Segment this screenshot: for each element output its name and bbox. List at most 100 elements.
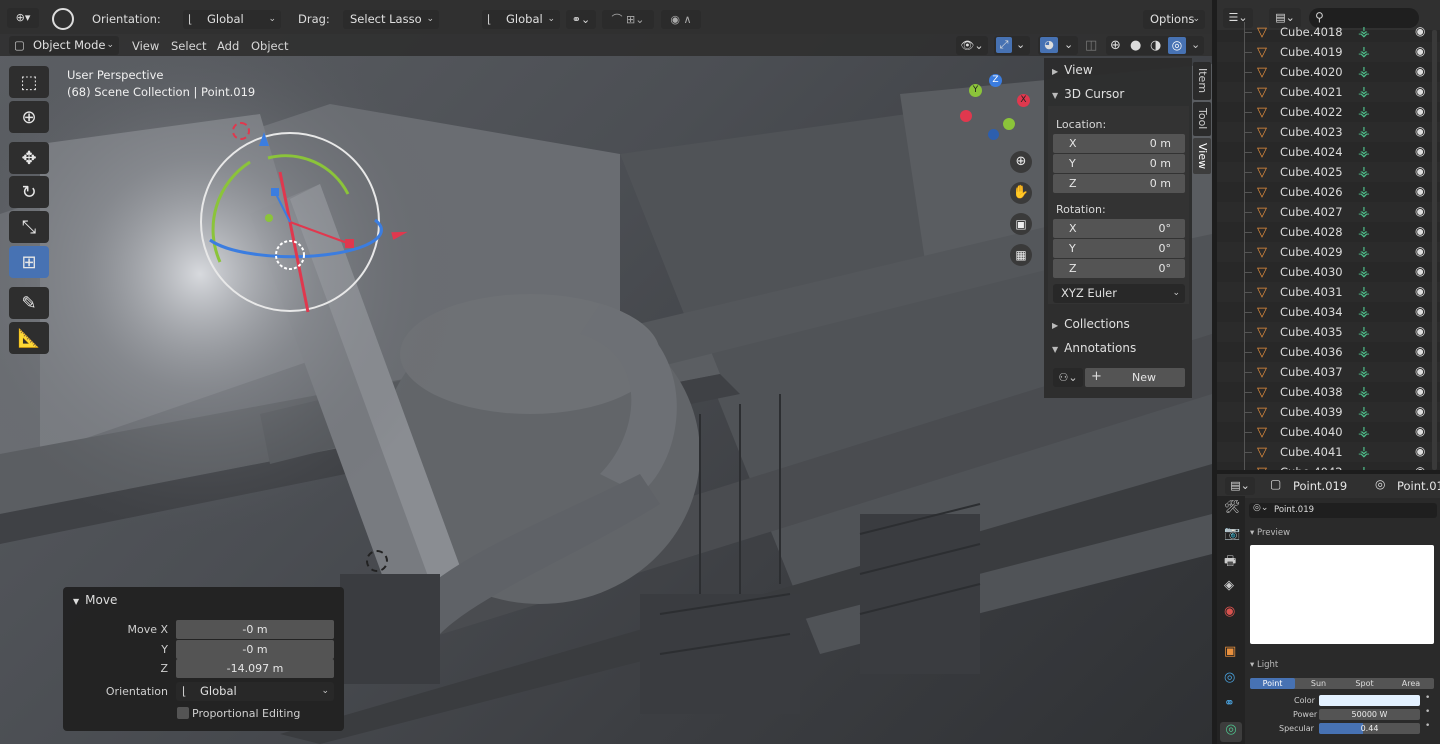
mesh-data-icon[interactable]: ⚶ [1358,444,1370,460]
outliner-item[interactable]: ▽ Cube.4020 ⚶ ◉ [1217,62,1440,82]
outliner-item[interactable]: ▽ Cube.4026 ⚶ ◉ [1217,182,1440,202]
rotation-x-field[interactable]: X 0° [1053,219,1185,238]
tool-tab-icon[interactable]: 🛠 [1224,500,1241,515]
light-data-tab-icon[interactable]: ◎ [1220,722,1242,742]
outliner-item[interactable]: ▽ Cube.4018 ⚶ ◉ [1217,22,1440,42]
outliner-item[interactable]: ▽ Cube.4038 ⚶ ◉ [1217,382,1440,402]
mesh-data-icon[interactable]: ⚶ [1358,264,1370,280]
outliner-item[interactable]: ▽ Cube.4034 ⚶ ◉ [1217,302,1440,322]
view-layer-tab-icon[interactable]: ◈ [1224,578,1234,593]
overlays-icon[interactable]: ◕ ⌄ [1038,36,1078,55]
annotation-layer-icon[interactable]: ⚇⌄ [1053,368,1083,387]
visibility-eye-icon[interactable]: ◉ [1415,424,1425,438]
proportional-editing-checkbox[interactable] [177,707,189,719]
outliner-item[interactable]: ▽ Cube.4022 ⚶ ◉ [1217,102,1440,122]
visibility-eye-icon[interactable]: ◉ [1415,344,1425,358]
pivot-point-icon[interactable]: ⚭⌄ [566,10,596,29]
light-data-name-field[interactable]: ◎⌄ Point.019 [1249,503,1437,518]
orientation-dropdown[interactable]: ⌊ Global ⌄ [183,10,281,29]
visibility-eye-icon[interactable]: ◉ [1415,284,1425,298]
location-z-field[interactable]: Z0 m [1053,174,1185,193]
light-type-sun[interactable]: Sun [1296,678,1341,689]
outliner-item[interactable]: ▽ Cube.4036 ⚶ ◉ [1217,342,1440,362]
scale-tool-icon[interactable]: ⤡ [9,211,49,243]
transform-orientation-dropdown[interactable]: ⌊ Global ⌄ [482,10,560,29]
mesh-data-icon[interactable]: ⚶ [1358,244,1370,260]
keyframe-dot-icon-3[interactable]: • [1425,721,1430,731]
mesh-data-icon[interactable]: ⚶ [1358,464,1370,470]
constraints-tab-icon[interactable]: ⚭ [1224,696,1235,711]
mesh-data-icon[interactable]: ⚶ [1358,304,1370,320]
visibility-eye-icon[interactable]: ◉ [1415,44,1425,58]
menu-add[interactable]: Add [217,39,239,53]
move-tool-icon[interactable]: ✥ [9,142,49,174]
navigation-gizmo[interactable]: Z Y X [955,72,1035,152]
solid-shading-icon[interactable]: ● [1130,38,1141,53]
mesh-data-icon[interactable]: ⚶ [1358,144,1370,160]
outliner-item[interactable]: ▽ Cube.4019 ⚶ ◉ [1217,42,1440,62]
light-color-swatch[interactable] [1319,695,1420,706]
rotation-y-field[interactable]: Y 0° [1053,239,1185,258]
menu-select[interactable]: Select [171,39,206,53]
object-mode-dropdown[interactable]: ▢ Object Mode ⌄ [9,36,119,55]
editor-type-icon[interactable]: ⊕▾ [7,8,39,28]
render-tab-icon[interactable]: 📷 [1224,526,1240,541]
keyframe-dot-icon-2[interactable]: • [1425,707,1430,717]
annotate-tool-icon[interactable]: ✎ [9,287,49,319]
visibility-eye-icon[interactable]: ◉ [1415,304,1425,318]
material-shading-icon[interactable]: ◑ [1150,38,1161,53]
mesh-data-icon[interactable]: ⚶ [1358,424,1370,440]
mesh-data-icon[interactable]: ⚶ [1358,224,1370,240]
pan-hand-icon[interactable]: ✋ [1010,182,1032,204]
outliner-item[interactable]: ▽ Cube.4024 ⚶ ◉ [1217,142,1440,162]
mesh-data-icon[interactable]: ⚶ [1358,44,1370,60]
visibility-eye-icon[interactable]: ◉ [1415,184,1425,198]
proportional-editing-icon[interactable]: ◉ ∧ [661,10,701,29]
tab-view[interactable]: View [1193,138,1211,174]
3d-cursor-panel-header[interactable]: ▼ 3D Cursor [1052,87,1124,101]
zoom-icon[interactable]: ⊕ [1010,151,1032,173]
snapping-icon[interactable]: ⌒ ⊞⌄ [602,10,654,29]
outliner-item[interactable]: ▽ Cube.4021 ⚶ ◉ [1217,82,1440,102]
visibility-eye-icon[interactable]: ◉ [1415,384,1425,398]
transform-tool-settings-icon[interactable] [52,8,74,30]
operator-panel-header[interactable]: ▼ Move [73,593,117,607]
move-x-field[interactable]: -0 m [176,620,334,639]
camera-icon[interactable]: ▣ [1010,213,1032,235]
visibility-eye-icon[interactable]: ◉ [1415,404,1425,418]
drag-dropdown[interactable]: Select Lasso ⌄ [343,10,439,29]
rotate-tool-icon[interactable]: ↻ [9,176,49,208]
outliner-item[interactable]: ▽ Cube.4029 ⚶ ◉ [1217,242,1440,262]
output-tab-icon[interactable]: 🖶 [1224,552,1236,574]
light-panel-header[interactable]: ▾ Light [1250,660,1278,670]
move-z-field[interactable]: -14.097 m [176,659,334,678]
visibility-eye-icon[interactable]: ◉ [1415,464,1425,470]
menu-object[interactable]: Object [251,39,288,53]
outliner-item[interactable]: ▽ Cube.4025 ⚶ ◉ [1217,162,1440,182]
scene-tab-icon[interactable]: ◉ [1224,604,1235,619]
mesh-data-icon[interactable]: ⚶ [1358,364,1370,380]
outliner-item[interactable]: ▽ Cube.4041 ⚶ ◉ [1217,442,1440,462]
outliner-item[interactable]: ▽ Cube.4027 ⚶ ◉ [1217,202,1440,222]
annotations-panel-header[interactable]: ▼ Annotations [1052,341,1136,355]
mesh-data-icon[interactable]: ⚶ [1358,104,1370,120]
light-object-icon[interactable] [366,550,388,572]
gizmo-toggle-icon[interactable]: ⤢ ⌄ [994,36,1030,55]
options-dropdown[interactable]: Options ⌄ [1143,10,1205,29]
visibility-eye-icon[interactable]: ◉ [1415,24,1425,38]
location-x-field[interactable]: X0 m [1053,134,1185,153]
mesh-data-icon[interactable]: ⚶ [1358,84,1370,100]
properties-editor-icon[interactable]: ▤⌄ [1225,477,1255,495]
outliner-item[interactable]: ▽ Cube.4023 ⚶ ◉ [1217,122,1440,142]
outliner-item[interactable]: ▽ Cube.4035 ⚶ ◉ [1217,322,1440,342]
collections-panel-header[interactable]: ▶ Collections [1052,317,1130,331]
mesh-data-icon[interactable]: ⚶ [1358,24,1370,40]
outliner-item[interactable]: ▽ Cube.4031 ⚶ ◉ [1217,282,1440,302]
visibility-eye-icon[interactable]: ◉ [1415,144,1425,158]
mesh-data-icon[interactable]: ⚶ [1358,384,1370,400]
transform-tool-icon[interactable]: ⊞ [9,246,49,278]
location-y-field[interactable]: Y0 m [1053,154,1185,173]
visibility-eye-icon[interactable]: ◉ [1415,124,1425,138]
measure-tool-icon[interactable]: 📐 [9,322,49,354]
mesh-data-icon[interactable]: ⚶ [1358,184,1370,200]
